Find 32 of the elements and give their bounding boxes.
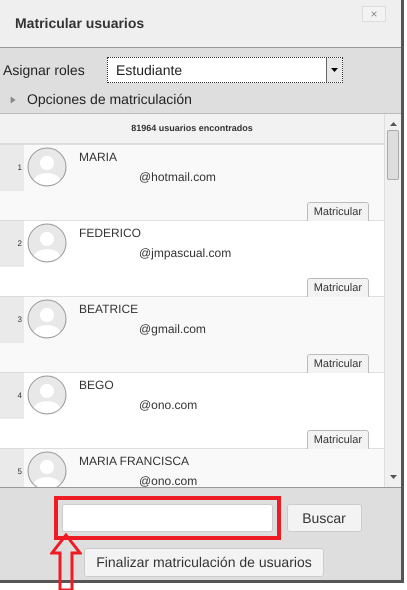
user-name: BEGO [79, 377, 115, 394]
user-email: @jmpascual.com [138, 245, 232, 262]
enroll-button[interactable]: Matricular [306, 278, 369, 299]
row-number: 3 [0, 297, 24, 343]
search-button[interactable]: Buscar [286, 504, 362, 532]
enroll-button[interactable]: Matricular [306, 430, 369, 451]
options-toggle[interactable]: Opciones de matriculación [10, 89, 192, 110]
user-name: MARIA FRANCISCA [79, 453, 190, 470]
user-name: FEDERICO [79, 225, 142, 242]
triangle-icon [10, 94, 17, 104]
user-name: MARIA [79, 149, 118, 166]
user-email: @ono.com [138, 473, 198, 487]
row-number: 2 [0, 221, 24, 267]
row-number: 1 [0, 145, 24, 191]
roles-select[interactable]: Estudiante [107, 57, 343, 83]
finish-enrollment-button[interactable]: Finalizar matriculación de usuarios [84, 548, 324, 577]
user-name: BEATRICE [79, 301, 140, 318]
scrollbar[interactable] [384, 114, 401, 487]
roles-label: Asignar roles [3, 60, 86, 80]
enroll-button[interactable]: Matricular [306, 202, 369, 223]
user-email: @hotmail.com [138, 169, 216, 186]
row-number: 5 [0, 449, 24, 487]
scroll-up-icon[interactable] [390, 122, 396, 126]
search-field[interactable] [62, 504, 272, 532]
window-title: Matricular usuarios [15, 14, 144, 33]
scrollbar-thumb[interactable] [387, 130, 399, 180]
row-number: 4 [0, 373, 24, 419]
enroll-button[interactable]: Matricular [306, 354, 369, 375]
scroll-down-icon[interactable] [390, 475, 396, 479]
results-count: 81964 usuarios encontrados [131, 122, 253, 135]
user-email: @ono.com [138, 397, 198, 414]
user-email: @gmail.com [138, 321, 206, 338]
